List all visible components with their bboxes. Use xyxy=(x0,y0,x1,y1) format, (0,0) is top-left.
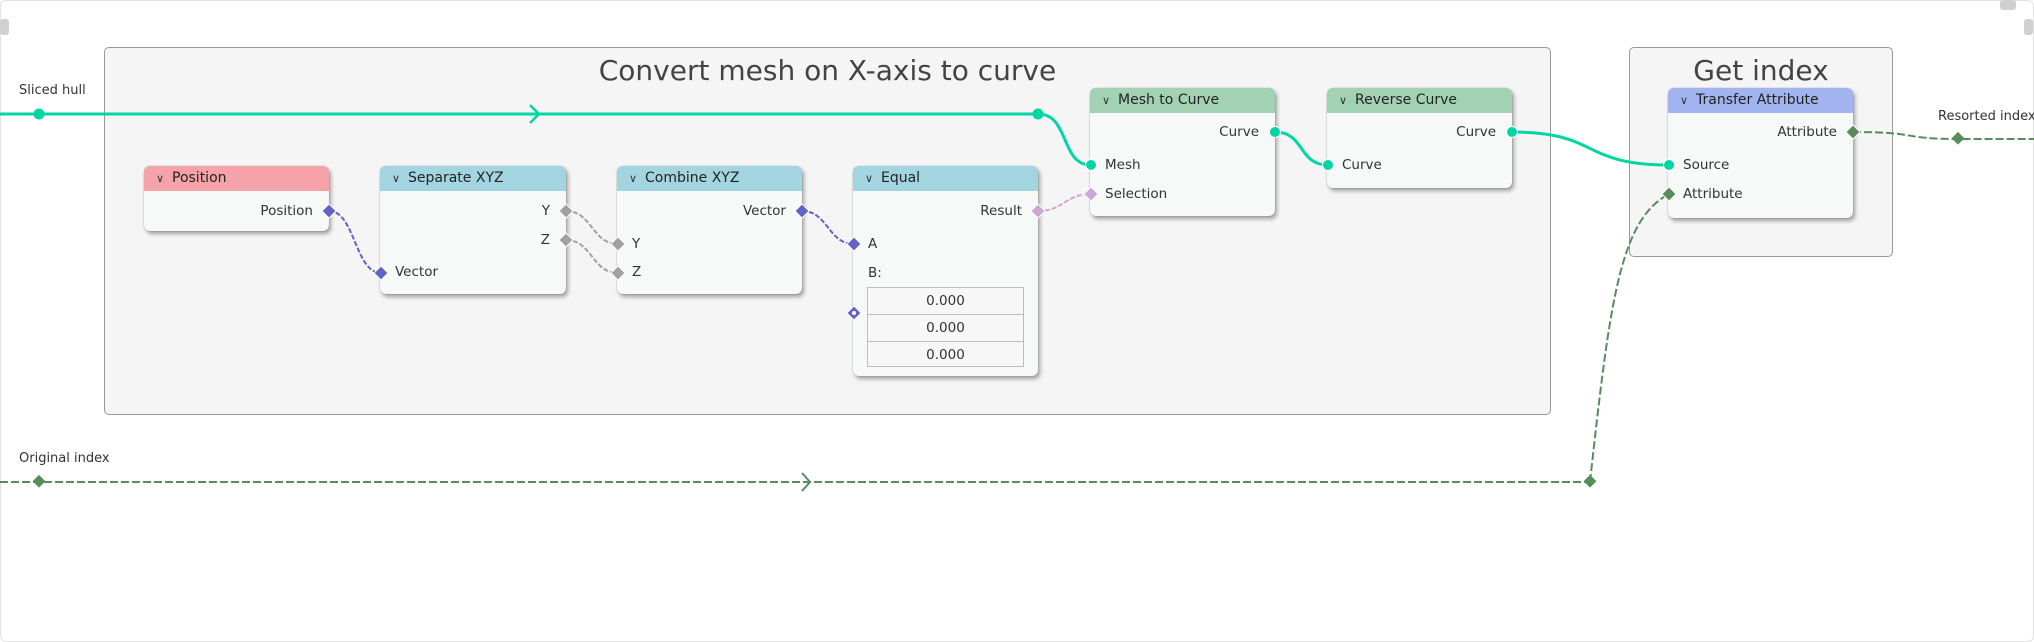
socket-combine-y-in[interactable] xyxy=(610,236,626,252)
socket-mesh-to-curve-out[interactable] xyxy=(1269,126,1281,138)
socket-equal-result-out[interactable] xyxy=(1030,203,1046,219)
link-mesh-to-curve-to-reverse[interactable] xyxy=(1274,130,1329,167)
socket-mesh-in[interactable] xyxy=(1085,159,1097,171)
link-position-to-separate[interactable] xyxy=(328,210,382,274)
link-index-to-transfer-attribute[interactable] xyxy=(1589,193,1670,483)
reroute-sliced-hull[interactable] xyxy=(33,108,45,120)
socket-position-out[interactable] xyxy=(321,203,337,219)
reroute-resorted-index[interactable] xyxy=(1951,131,1965,145)
socket-separate-z-out[interactable] xyxy=(558,232,574,248)
link-separate-z-to-combine-z[interactable] xyxy=(565,239,619,274)
link-equal-to-selection[interactable] xyxy=(1037,193,1092,212)
socket-transfer-source-in[interactable] xyxy=(1663,159,1675,171)
socket-reverse-curve-out[interactable] xyxy=(1506,126,1518,138)
socket-combine-z-in[interactable] xyxy=(610,265,626,281)
socket-selection-in[interactable] xyxy=(1083,186,1099,202)
socket-transfer-attribute-in[interactable] xyxy=(1661,186,1677,202)
reroute-geometry-mid[interactable] xyxy=(1032,108,1044,120)
link-transfer-to-resorted[interactable] xyxy=(1852,131,2034,140)
socket-combine-vector-out[interactable] xyxy=(794,203,810,219)
socket-transfer-attribute-out[interactable] xyxy=(1845,124,1861,140)
link-reverse-to-transfer-source[interactable] xyxy=(1511,130,1670,167)
socket-reverse-curve-in[interactable] xyxy=(1322,159,1334,171)
link-separate-y-to-combine-y[interactable] xyxy=(565,210,619,245)
socket-equal-b-dot xyxy=(852,311,856,315)
reroute-index-mid[interactable] xyxy=(1583,474,1597,488)
socket-equal-a-in[interactable] xyxy=(846,236,862,252)
link-reroute-to-mesh[interactable] xyxy=(1037,112,1092,167)
node-links-layer xyxy=(0,104,2034,492)
socket-separate-y-out[interactable] xyxy=(558,203,574,219)
socket-separate-vector-in[interactable] xyxy=(373,265,389,281)
reroute-original-index[interactable] xyxy=(32,474,46,488)
link-combine-to-equal-a[interactable] xyxy=(801,210,855,245)
